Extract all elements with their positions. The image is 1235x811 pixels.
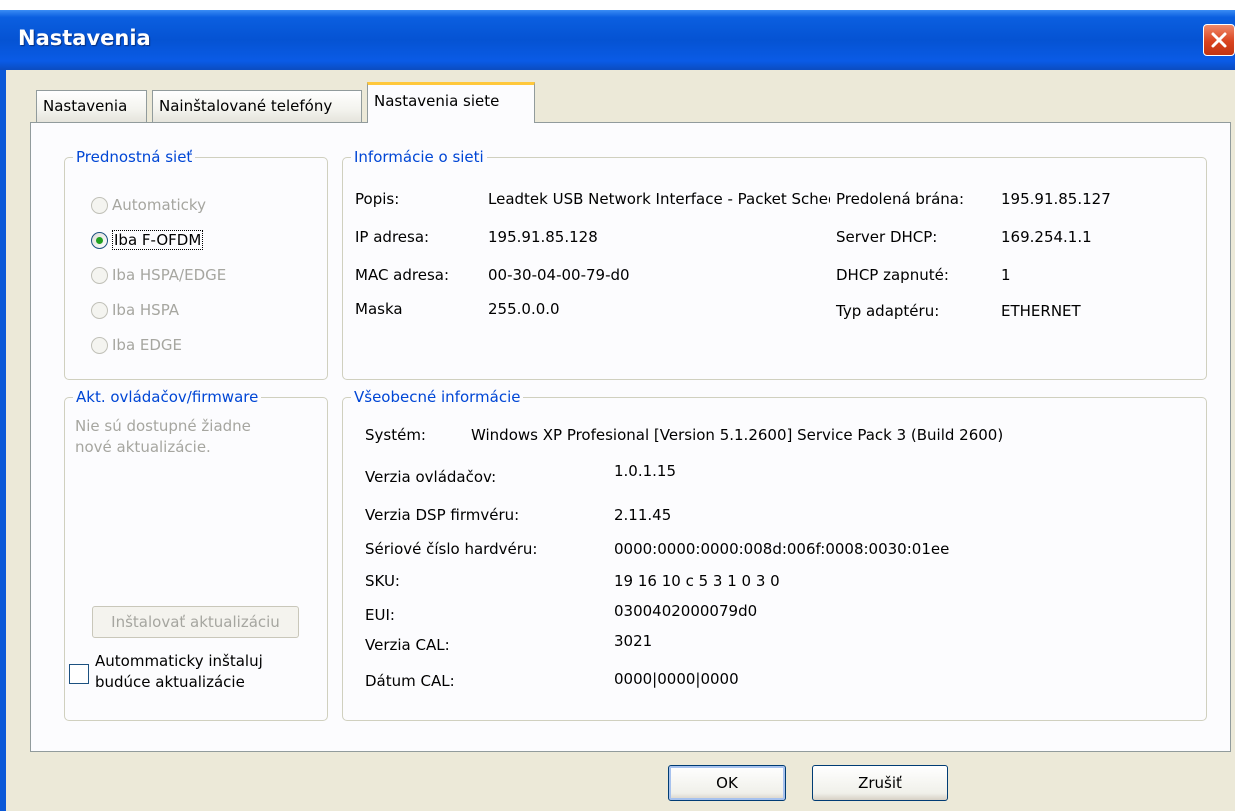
- general-info-title: Všeobecné informácie: [354, 388, 521, 406]
- cal-date-value: 0000|0000|0000: [614, 670, 739, 688]
- adapter-type-value: ETHERNET: [1001, 302, 1081, 320]
- driver-version-label: Verzia ovládačov:: [365, 468, 497, 486]
- hw-serial-label: Sériové číslo hardvéru:: [365, 540, 538, 558]
- radio-label: Iba HSPA/EDGE: [112, 266, 227, 284]
- network-settings-panel: Prednostná sieť Automaticky Iba F-OFDM I…: [30, 122, 1231, 752]
- close-button[interactable]: [1203, 24, 1235, 56]
- gateway-value: 195.91.85.127: [1001, 190, 1111, 208]
- sku-value: 19 16 10 c 5 3 1 0 3 0: [614, 572, 780, 590]
- sku-label: SKU:: [365, 572, 400, 590]
- install-update-button[interactable]: Inštalovať aktualizáciu: [92, 606, 299, 638]
- radio-button[interactable]: [91, 336, 108, 354]
- preferred-network-group: Prednostná sieť Automaticky Iba F-OFDM I…: [64, 148, 328, 380]
- system-value: Windows XP Profesional [Version 5.1.2600…: [471, 426, 1004, 444]
- hw-serial-value: 0000:0000:0000:008d:006f:0008:0030:01ee: [614, 540, 950, 558]
- cal-date-label: Dátum CAL:: [365, 672, 455, 690]
- radio-button-selected[interactable]: [91, 231, 108, 249]
- driver-version-value: 1.0.1.15: [614, 462, 677, 480]
- radio-option-hspa[interactable]: Iba HSPA: [91, 297, 179, 323]
- mac-label: MAC adresa:: [355, 266, 450, 284]
- eui-label: EUI:: [365, 606, 395, 624]
- auto-install-label: Autommaticky inštaluj budúce aktualizáci…: [95, 652, 263, 691]
- description-value: Leadtek USB Network Interface - Packet S…: [488, 190, 830, 208]
- radio-option-automatic[interactable]: Automaticky: [91, 192, 206, 218]
- cancel-button[interactable]: Zrušiť: [812, 765, 948, 801]
- update-status-text: Nie sú dostupné žiadne nové aktualizácie…: [75, 417, 251, 456]
- radio-button[interactable]: [91, 266, 108, 284]
- window-title: Nastavenia: [18, 26, 151, 50]
- adapter-type-label: Typ adaptéru:: [836, 302, 940, 320]
- network-info-title: Informácie o sieti: [354, 148, 484, 166]
- mask-label: Maska: [355, 300, 403, 318]
- dhcp-enabled-value: 1: [1001, 266, 1011, 284]
- ip-value: 195.91.85.128: [488, 228, 598, 246]
- dhcp-server-value: 169.254.1.1: [1001, 228, 1092, 246]
- radio-option-hspa-edge[interactable]: Iba HSPA/EDGE: [91, 262, 226, 288]
- auto-install-checkbox[interactable]: [69, 664, 89, 684]
- firmware-update-group: Akt. ovládačov/firmware Nie sú dostupné …: [64, 388, 328, 721]
- dhcp-enabled-label: DHCP zapnuté:: [836, 266, 949, 284]
- radio-label: Iba HSPA: [112, 301, 180, 319]
- firmware-update-title: Akt. ovládačov/firmware: [76, 388, 259, 406]
- dsp-firmware-label: Verzia DSP firmvéru:: [365, 506, 520, 524]
- title-bar[interactable]: Nastavenia: [0, 10, 1235, 70]
- radio-label: Automaticky: [112, 196, 206, 214]
- tab-network-settings[interactable]: Nastavenia siete: [367, 82, 535, 123]
- eui-value: 0300402000079d0: [614, 602, 758, 620]
- system-label: Systém:: [365, 426, 426, 444]
- dhcp-server-label: Server DHCP:: [836, 228, 938, 246]
- cal-version-value: 3021: [614, 632, 653, 650]
- tab-installed-phones[interactable]: Nainštalované telefóny: [152, 90, 362, 122]
- close-icon: [1211, 32, 1227, 48]
- radio-label: Iba F-OFDM: [112, 230, 204, 250]
- mask-value: 255.0.0.0: [488, 300, 560, 318]
- radio-option-edge[interactable]: Iba EDGE: [91, 332, 182, 358]
- gateway-label: Predolená brána:: [836, 190, 965, 208]
- radio-button[interactable]: [91, 196, 108, 214]
- tab-nastavenia[interactable]: Nastavenia: [36, 90, 147, 122]
- radio-label: Iba EDGE: [112, 336, 183, 354]
- radio-button[interactable]: [91, 301, 108, 319]
- ip-label: IP adresa:: [355, 228, 430, 246]
- mac-value: 00-30-04-00-79-d0: [488, 266, 630, 284]
- general-info-group: Všeobecné informácie Systém: Windows XP …: [342, 388, 1207, 721]
- cal-version-label: Verzia CAL:: [365, 636, 450, 654]
- ok-button[interactable]: OK: [668, 765, 786, 801]
- dsp-firmware-value: 2.11.45: [614, 506, 672, 524]
- network-info-group: Informácie o sieti Popis: Leadtek USB Ne…: [342, 148, 1207, 380]
- description-label: Popis:: [355, 190, 400, 208]
- radio-option-f-ofdm[interactable]: Iba F-OFDM: [91, 227, 204, 253]
- settings-dialog: Nastavenia Nastavenia Nainštalované tele…: [0, 10, 1235, 811]
- preferred-network-title: Prednostná sieť: [76, 148, 193, 166]
